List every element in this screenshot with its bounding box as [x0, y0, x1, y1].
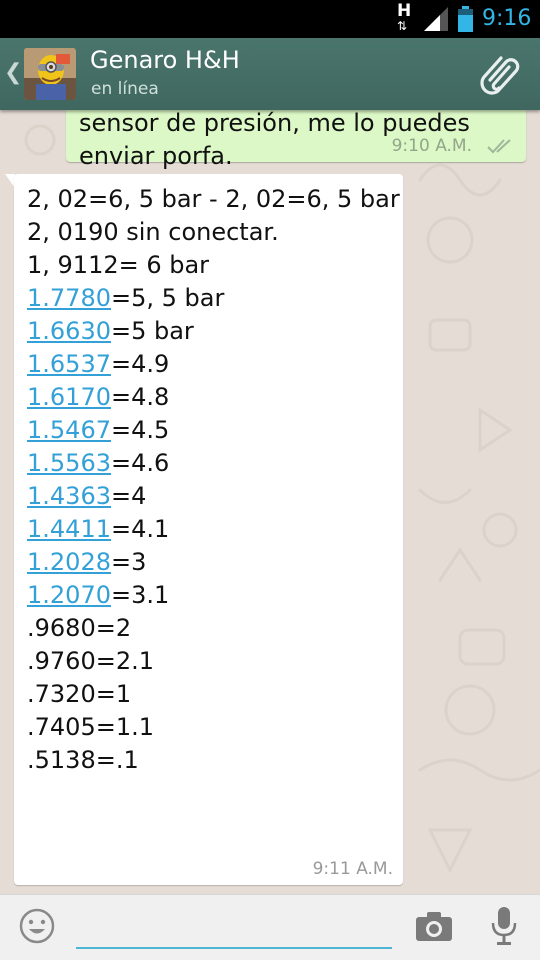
compose-bar [0, 894, 540, 960]
chat-area[interactable]: sensor de presión, me lo puedes enviar p… [0, 110, 540, 894]
message-text-line: 1.2070=3.1 [27, 579, 399, 612]
battery-icon [458, 6, 473, 32]
phone-number-link[interactable]: 1.2028 [27, 548, 111, 576]
message-input[interactable] [76, 905, 392, 949]
message-text: .7405=1.1 [27, 713, 154, 741]
message-text: .7320=1 [27, 680, 132, 708]
message-text-line: 2, 0190 sin conectar. [27, 216, 399, 249]
message-text-line: .9680=2 [27, 612, 399, 645]
message-text: =4.9 [110, 350, 170, 378]
phone-number-link[interactable]: 1.6170 [27, 383, 111, 411]
message-text-line: 1.4363=4 [27, 480, 399, 513]
signal-icon [424, 7, 448, 31]
message-text: 1, 9112= 6 bar [27, 251, 210, 279]
message-timestamp: 9:10 A.M. [391, 136, 472, 156]
message-text-line: 1.6537=4.9 [27, 348, 399, 381]
status-bar: H ⇅ 9:16 [0, 0, 540, 38]
message-text-line: 1.4411=4.1 [27, 513, 399, 546]
message-text: =4.6 [110, 449, 170, 477]
message-text: =5 bar [110, 317, 194, 345]
phone-number-link[interactable]: 1.7780 [27, 284, 111, 312]
network-type-label: H [397, 1, 412, 21]
message-text: .5138=.1 [27, 746, 139, 774]
clock: 9:16 [482, 6, 532, 31]
message-text-line: 1.5563=4.6 [27, 447, 399, 480]
message-text-line: 1.2028=3 [27, 546, 399, 579]
message-text-line: .7405=1.1 [27, 711, 399, 744]
phone-number-link[interactable]: 1.6630 [27, 317, 111, 345]
avatar-image [24, 48, 76, 100]
message-text: .9760=2.1 [27, 647, 154, 675]
message-text: =4.1 [110, 515, 170, 543]
message-text: .9680=2 [27, 614, 132, 642]
double-check-icon [487, 139, 511, 154]
phone-number-link[interactable]: 1.5467 [27, 416, 111, 444]
message-timestamp: 9:11 A.M. [312, 859, 393, 879]
microphone-icon[interactable] [488, 905, 520, 947]
back-caret-icon[interactable]: ❮ [4, 60, 22, 86]
message-text: 2, 02=6, 5 bar - 2, 02=6, 5 bar [27, 185, 400, 213]
chat-header: ❮ Genaro H&H en línea [0, 38, 540, 110]
data-activity-icon: ⇅ [397, 19, 407, 33]
message-text: =4.5 [110, 416, 170, 444]
message-text-line: 2, 02=6, 5 bar - 2, 02=6, 5 bar [27, 183, 400, 216]
message-text-line: sensor de presión, me lo puedes [79, 110, 470, 137]
phone-number-link[interactable]: 1.4411 [27, 515, 111, 543]
phone-number-link[interactable]: 1.4363 [27, 482, 111, 510]
smiley-icon[interactable] [18, 907, 56, 945]
contact-name[interactable]: Genaro H&H [90, 44, 240, 76]
camera-icon[interactable] [414, 909, 454, 943]
contact-status: en línea [91, 79, 159, 99]
message-text: 2, 0190 sin conectar. [27, 218, 279, 246]
message-text-line: 1.6170=4.8 [27, 381, 399, 414]
message-text-line: 1.6630=5 bar [27, 315, 399, 348]
message-text-line: 1.7780=5, 5 bar [27, 282, 399, 315]
message-text: =3.1 [110, 581, 170, 609]
phone-number-link[interactable]: 1.5563 [27, 449, 111, 477]
message-text: =5, 5 bar [110, 284, 225, 312]
message-text-line: 1.5467=4.5 [27, 414, 399, 447]
phone-number-link[interactable]: 1.2070 [27, 581, 111, 609]
message-text: =4.8 [110, 383, 170, 411]
message-body: 2, 02=6, 5 bar - 2, 02=6, 5 bar 2, 0190 s… [27, 183, 400, 777]
paperclip-icon[interactable] [476, 50, 528, 98]
outgoing-message[interactable]: sensor de presión, me lo puedes enviar p… [66, 110, 526, 170]
message-text-line: .5138=.1 [27, 744, 399, 777]
message-text: =3 [110, 548, 147, 576]
phone-number-link[interactable]: 1.6537 [27, 350, 111, 378]
message-text-line: 1, 9112= 6 bar [27, 249, 399, 282]
message-text-line: enviar porfa. [79, 142, 233, 170]
message-text: =4 [110, 482, 147, 510]
avatar[interactable] [24, 48, 76, 100]
message-text-line: .9760=2.1 [27, 645, 399, 678]
message-text-line: .7320=1 [27, 678, 399, 711]
incoming-message[interactable]: 2, 02=6, 5 bar - 2, 02=6, 5 bar 2, 0190 s… [14, 174, 403, 885]
